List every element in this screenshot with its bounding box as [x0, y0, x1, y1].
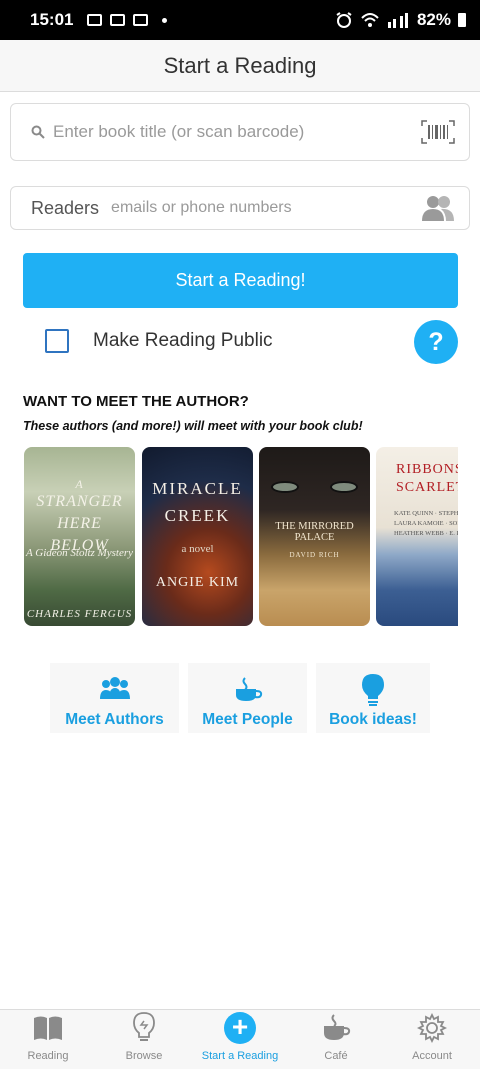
- readers-label: Readers: [31, 197, 100, 218]
- book-author: DAVID RICH: [289, 551, 340, 559]
- tab-reading-label: Reading: [27, 1050, 69, 1062]
- notification-icons: [87, 14, 168, 26]
- search-icon: [31, 125, 45, 139]
- wifi-icon: [361, 13, 379, 27]
- book-title: A STRANGER HERE BELOW: [36, 477, 123, 554]
- tab-account-label: Account: [412, 1050, 452, 1062]
- signal-icon: [387, 13, 408, 28]
- meet-people-label: Meet People: [202, 711, 293, 728]
- authors-subheading: These authors (and more!) will meet with…: [23, 419, 363, 433]
- make-public-label: Make Reading Public: [93, 330, 273, 351]
- bottom-tab-bar: Reading Browse + Start a Reading Café Ac…: [0, 1009, 480, 1069]
- readers-field[interactable]: Readers: [10, 186, 470, 230]
- status-time: 15:01: [30, 10, 74, 29]
- page-title: Start a Reading: [163, 52, 317, 78]
- status-bar: 15:01 82%: [0, 0, 480, 40]
- mail-icon: [87, 14, 103, 26]
- book-cover-mirrored-palace[interactable]: THE MIRRORED PALACE DAVID RICH: [259, 447, 370, 626]
- book-cover-miracle-creek[interactable]: MIRACLE CREEK a novel ANGIE KIM: [142, 447, 253, 626]
- book-title: THE MIRRORED PALACE: [275, 521, 354, 543]
- help-button[interactable]: ?: [414, 320, 458, 364]
- tab-reading[interactable]: Reading: [0, 1010, 96, 1069]
- book-author: CHARLES FERGUS: [26, 608, 133, 620]
- readers-input[interactable]: [111, 199, 421, 217]
- tab-start-a-reading-label: Start a Reading: [201, 1050, 279, 1062]
- book-cover-ribbons-of-scarlet[interactable]: RIBBONS SCARLET KATE QUINN · STEPHANIE L…: [376, 447, 458, 626]
- title-bar: Start a Reading: [0, 40, 480, 92]
- book-icon: [32, 1012, 64, 1044]
- plus-circle-icon: +: [224, 1012, 256, 1044]
- tab-cafe-label: Café: [324, 1050, 348, 1062]
- tab-start-a-reading[interactable]: + Start a Reading: [192, 1010, 288, 1069]
- contacts-icon[interactable]: [421, 194, 455, 222]
- tab-browse[interactable]: Browse: [96, 1010, 192, 1069]
- lightbulb-icon: [362, 674, 384, 706]
- authors-heading: WANT TO MEET THE AUTHOR?: [23, 393, 249, 410]
- book-carousel[interactable]: A STRANGER HERE BELOW A Gideon Stoltz My…: [24, 447, 458, 627]
- book-search-box[interactable]: [10, 103, 470, 161]
- book-ideas-label: Book ideas!: [329, 711, 417, 728]
- book-cover-stranger-here-below[interactable]: A STRANGER HERE BELOW A Gideon Stoltz My…: [24, 447, 135, 626]
- book-authors: KATE QUINN · STEPHANIE LAURA KAMOIE · SO…: [394, 510, 458, 537]
- book-subtitle: a novel: [181, 543, 214, 555]
- barcode-scan-icon[interactable]: [421, 120, 455, 144]
- book-title: RIBBONS SCARLET: [396, 462, 458, 495]
- tab-account[interactable]: Account: [384, 1010, 480, 1069]
- battery-icon: [458, 13, 466, 27]
- image-icon: [110, 14, 126, 26]
- meet-authors-button[interactable]: Meet Authors: [50, 663, 179, 733]
- book-subtitle: A Gideon Stoltz Mystery: [25, 547, 134, 559]
- start-reading-button[interactable]: Start a Reading!: [23, 253, 458, 308]
- meet-people-button[interactable]: Meet People: [188, 663, 307, 733]
- book-author: ANGIE KIM: [155, 575, 240, 590]
- coffee-cup-icon: [235, 677, 262, 701]
- make-public-checkbox[interactable]: [45, 329, 69, 353]
- battery-percent: 82%: [416, 10, 451, 29]
- gear-icon: [416, 1012, 448, 1044]
- more-dot-icon: [162, 17, 168, 23]
- people-group-icon: [99, 677, 130, 699]
- alarm-icon: [336, 12, 352, 28]
- book-ideas-button[interactable]: Book ideas!: [316, 663, 430, 733]
- book-search-input[interactable]: [53, 122, 421, 142]
- meet-authors-label: Meet Authors: [65, 711, 164, 728]
- make-public-row[interactable]: Make Reading Public: [45, 325, 273, 357]
- tab-browse-label: Browse: [125, 1050, 163, 1062]
- system-icons: 82%: [334, 10, 466, 30]
- tab-cafe[interactable]: Café: [288, 1010, 384, 1069]
- lightbulb-icon: [128, 1012, 160, 1044]
- book-title: MIRACLE CREEK: [152, 479, 243, 525]
- laptop-icon: [133, 14, 149, 26]
- coffee-cup-icon: [320, 1012, 352, 1044]
- cover-eyes-art: [271, 481, 358, 495]
